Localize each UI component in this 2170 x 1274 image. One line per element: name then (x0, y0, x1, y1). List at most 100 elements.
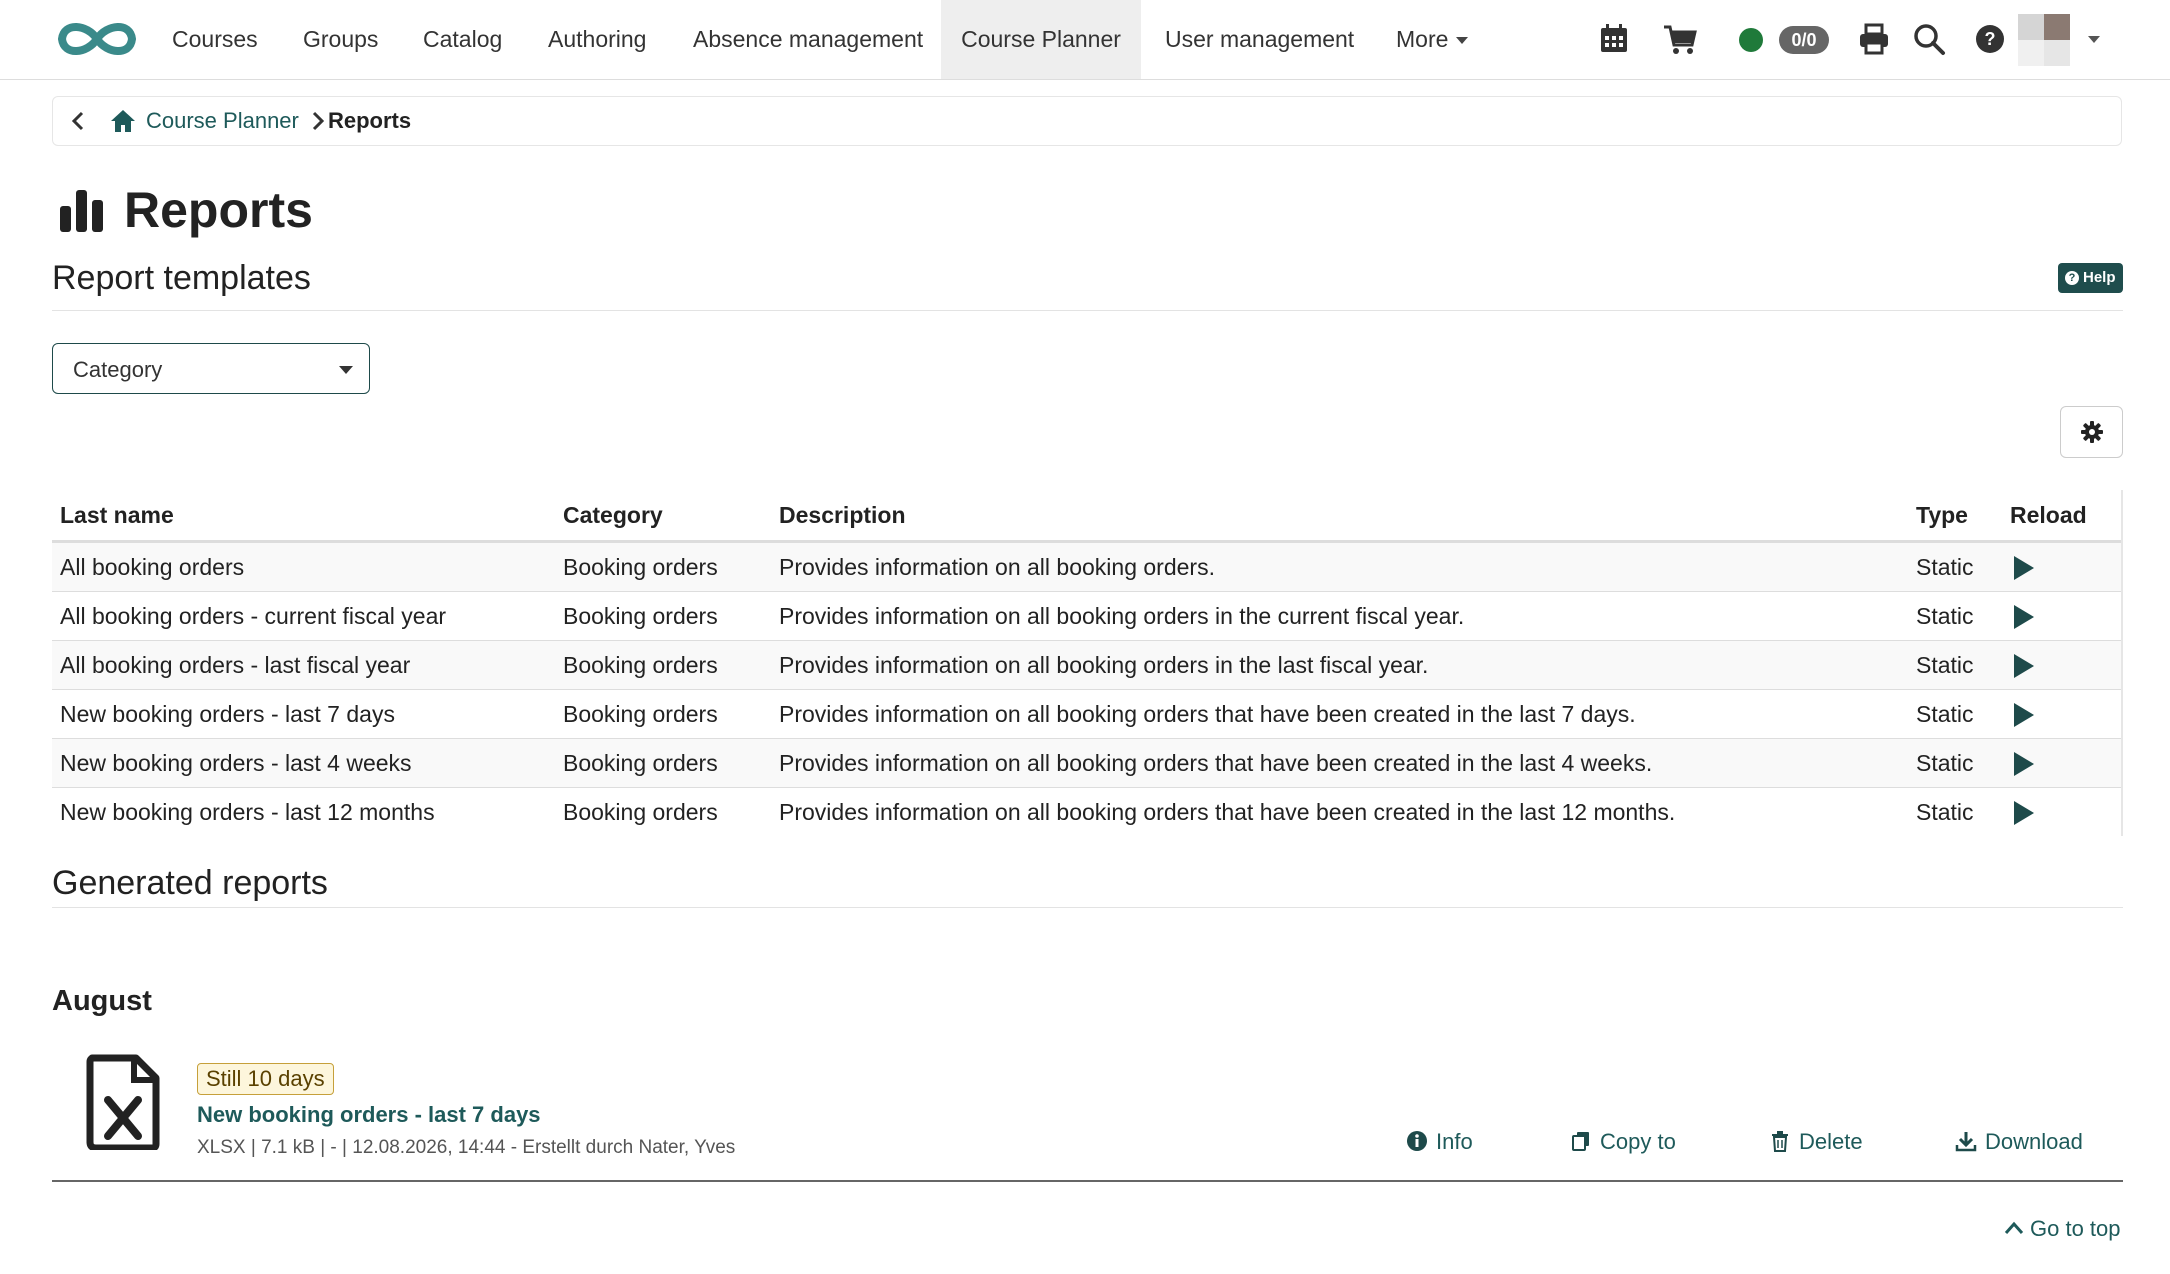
cell-name: All booking orders - last fiscal year (52, 640, 555, 690)
download-label: Download (1985, 1129, 2083, 1154)
cell-name: New booking orders - last 4 weeks (52, 738, 555, 788)
table-scroll-edge (2121, 490, 2123, 836)
info-icon (1407, 1131, 1427, 1151)
help-icon: ? (2065, 271, 2079, 285)
gear-icon (2081, 421, 2103, 443)
generated-report-item: Still 10 days New booking orders - last … (52, 1040, 2123, 1182)
cell-description: Provides information on all booking orde… (771, 591, 1908, 641)
nav-course-planner[interactable]: Course Planner (941, 0, 1141, 79)
chevron-down-icon[interactable] (2088, 36, 2100, 43)
column-header-type[interactable]: Type (1908, 490, 2002, 543)
cell-name: All booking orders (52, 541, 555, 592)
chevron-up-icon (2004, 1221, 2024, 1234)
play-icon[interactable] (2014, 703, 2034, 728)
nav-more[interactable]: More (1396, 0, 1469, 79)
help-icon[interactable]: ? (1972, 21, 2008, 57)
chevron-down-icon (339, 366, 353, 374)
cart-icon[interactable] (1662, 21, 1698, 57)
cell-description: Provides information on all booking orde… (771, 689, 1908, 739)
table-row: All booking orders Booking orders Provid… (52, 541, 2122, 592)
breadcrumb-current: Reports (328, 108, 412, 133)
home-icon[interactable] (109, 107, 137, 135)
page-title: Reports (124, 182, 313, 238)
delete-button[interactable]: Delete (1769, 1128, 1863, 1156)
chevron-right-icon (312, 111, 325, 131)
category-filter-select[interactable]: Category (52, 343, 370, 394)
column-header-last-name[interactable]: Last name (52, 490, 555, 543)
nav-courses[interactable]: Courses (172, 0, 258, 79)
month-heading: August (52, 985, 152, 1017)
breadcrumb-link-course-planner[interactable]: Course Planner (146, 97, 299, 145)
cell-name: New booking orders - last 7 days (52, 689, 555, 739)
chevron-left-icon[interactable] (67, 109, 91, 133)
search-icon[interactable] (1911, 21, 1947, 57)
cell-category: Booking orders (555, 591, 771, 641)
copy-to-button[interactable]: Copy to (1570, 1128, 1676, 1156)
cell-category: Booking orders (555, 689, 771, 739)
column-header-description[interactable]: Description (771, 490, 1908, 543)
go-to-top-link[interactable]: Go to top (2004, 1214, 2121, 1244)
play-icon[interactable] (2014, 556, 2034, 581)
cell-category: Booking orders (555, 541, 771, 592)
printer-icon[interactable] (1856, 21, 1892, 57)
nav-catalog[interactable]: Catalog (423, 0, 502, 79)
cell-type: Static (1908, 787, 2002, 836)
report-title-link[interactable]: New booking orders - last 7 days (197, 1100, 541, 1130)
breadcrumb: Course Planner Reports (52, 96, 2122, 146)
column-header-reload: Reload (2002, 490, 2122, 543)
cell-type: Static (1908, 541, 2002, 592)
info-button[interactable]: Info (1406, 1128, 1473, 1156)
trash-icon (1772, 1131, 1788, 1152)
cell-reload (2002, 541, 2122, 592)
cell-reload (2002, 640, 2122, 690)
excel-file-icon[interactable] (86, 1054, 160, 1150)
cell-category: Booking orders (555, 787, 771, 836)
avatar[interactable] (2018, 14, 2070, 66)
bar-chart-icon (60, 190, 103, 232)
chevron-down-icon (1456, 37, 1469, 45)
cell-type: Static (1908, 689, 2002, 739)
divider (52, 310, 2123, 311)
column-header-category[interactable]: Category (555, 490, 771, 543)
cell-description: Provides information on all booking orde… (771, 787, 1908, 836)
svg-text:?: ? (1985, 29, 1996, 49)
divider (52, 907, 2123, 908)
logo[interactable] (54, 18, 140, 60)
table-settings-button[interactable] (2060, 406, 2123, 458)
table-row: All booking orders - current fiscal year… (52, 591, 2122, 641)
copy-to-label: Copy to (1600, 1129, 1676, 1154)
top-navigation: Courses Groups Catalog Authoring Absence… (0, 0, 2170, 80)
notification-count-badge[interactable]: 0/0 (1779, 26, 1829, 54)
nav-absence-management[interactable]: Absence management (693, 0, 923, 79)
report-metadata: XLSX | 7.1 kB | - | 12.08.2026, 14:44 - … (197, 1137, 736, 1158)
table-row: New booking orders - last 7 days Booking… (52, 689, 2122, 739)
calendar-icon[interactable] (1596, 21, 1632, 57)
play-icon[interactable] (2014, 752, 2034, 777)
nav-groups[interactable]: Groups (303, 0, 378, 79)
nav-user-management[interactable]: User management (1165, 0, 1354, 79)
nav-authoring[interactable]: Authoring (548, 0, 646, 79)
go-to-top-label: Go to top (2030, 1216, 2121, 1241)
cell-name: All booking orders - current fiscal year (52, 591, 555, 641)
cell-reload (2002, 689, 2122, 739)
help-label: Help (2083, 269, 2116, 286)
play-icon[interactable] (2014, 605, 2034, 630)
cell-reload (2002, 591, 2122, 641)
cell-type: Static (1908, 738, 2002, 788)
play-icon[interactable] (2014, 654, 2034, 679)
cell-description: Provides information on all booking orde… (771, 640, 1908, 690)
cell-type: Static (1908, 640, 2002, 690)
online-status-indicator[interactable] (1739, 28, 1763, 52)
table-row: New booking orders - last 12 months Book… (52, 787, 2122, 836)
report-templates-heading: Report templates (52, 259, 311, 297)
cell-description: Provides information on all booking orde… (771, 738, 1908, 788)
help-button[interactable]: ? Help (2058, 263, 2123, 293)
download-button[interactable]: Download (1955, 1128, 2083, 1156)
cell-reload (2002, 738, 2122, 788)
cell-description: Provides information on all booking orde… (771, 541, 1908, 592)
cell-reload (2002, 787, 2122, 836)
play-icon[interactable] (2014, 801, 2034, 826)
cell-category: Booking orders (555, 738, 771, 788)
cell-category: Booking orders (555, 640, 771, 690)
delete-label: Delete (1799, 1129, 1863, 1154)
